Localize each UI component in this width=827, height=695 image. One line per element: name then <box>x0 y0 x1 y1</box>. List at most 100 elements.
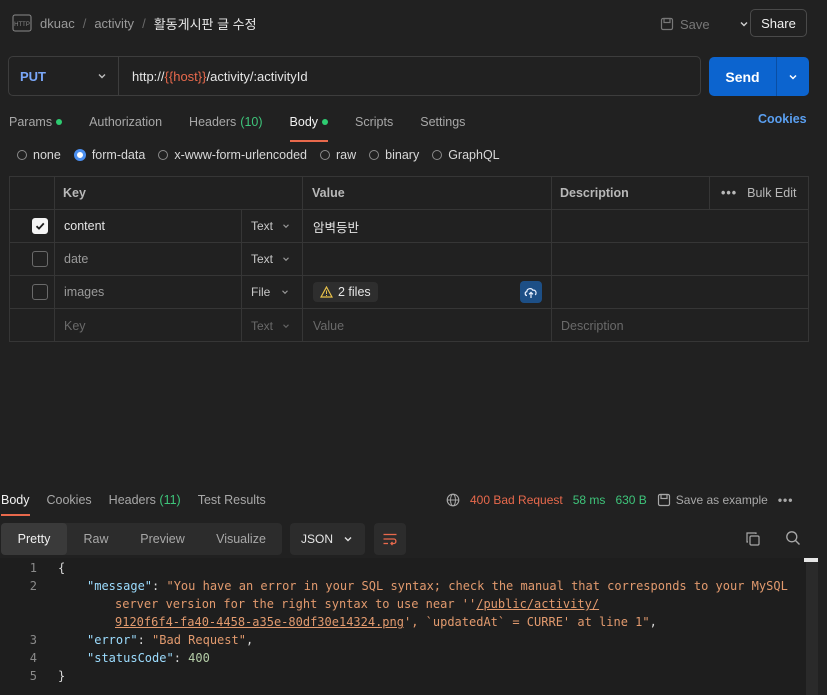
description-cell[interactable] <box>561 210 808 242</box>
value-cell[interactable]: 암벽등반 <box>313 210 359 242</box>
status-code[interactable]: 400 Bad Request <box>470 493 563 507</box>
view-visualize[interactable]: Visualize <box>200 523 282 555</box>
radio-button[interactable] <box>432 150 443 160</box>
headers-count: (10) <box>240 115 263 129</box>
body-type-selector: none form-data x-www-form-urlencoded raw… <box>17 148 500 162</box>
view-preview[interactable]: Preview <box>125 523 200 555</box>
send-button[interactable]: Send <box>709 57 777 96</box>
table-row: images File 2 files <box>10 276 808 309</box>
url-input[interactable]: http://{{host}}/activity/:activityId <box>119 69 308 84</box>
row-checkbox[interactable] <box>32 243 48 275</box>
code-line: "error": "Bad Request", <box>87 633 254 647</box>
key-cell[interactable]: date <box>64 243 88 275</box>
response-body-code[interactable]: 1 2 3 4 5 { "message": "You have an erro… <box>0 558 818 695</box>
chevron-down-icon <box>283 257 289 262</box>
request-url-bar: PUT http://{{host}}/activity/:activityId <box>8 56 701 96</box>
key-cell[interactable]: images <box>64 276 104 308</box>
radio-none[interactable]: none <box>17 148 61 162</box>
radio-button[interactable] <box>158 150 169 160</box>
value-cell[interactable] <box>313 243 561 275</box>
tab-response-body[interactable]: Body <box>1 493 30 516</box>
breadcrumb-separator: / <box>82 15 87 31</box>
scrollbar-thumb[interactable] <box>804 558 818 562</box>
status-dot <box>322 119 329 125</box>
radio-x-www-form-urlencoded[interactable]: x-www-form-urlencoded <box>158 148 307 162</box>
breadcrumb-separator: / <box>142 15 146 31</box>
breadcrumb-collection[interactable]: activity <box>94 16 134 31</box>
upload-cloud-button[interactable] <box>520 276 542 308</box>
radio-button[interactable] <box>369 150 380 160</box>
files-chip[interactable]: 2 files <box>313 282 378 302</box>
radio-button[interactable] <box>17 150 27 160</box>
type-select[interactable]: Text <box>251 243 291 275</box>
row-checkbox[interactable] <box>32 210 48 242</box>
line-number: 2 <box>29 579 37 593</box>
value-cell[interactable]: 2 files <box>313 276 378 308</box>
tab-body[interactable]: Body <box>289 108 329 142</box>
request-name[interactable]: 활동게시판 글 수정 <box>154 14 257 33</box>
tab-headers[interactable]: Headers (10) <box>189 108 262 136</box>
format-select[interactable]: JSON <box>290 523 365 555</box>
checkbox-checked[interactable] <box>32 218 48 234</box>
response-meta: 400 Bad Request 58 ms 630 B Save as exam… <box>446 490 793 510</box>
cookies-link[interactable]: Cookies <box>758 112 807 126</box>
save-as-example-button[interactable]: Save as example <box>657 493 768 507</box>
svg-text:HTTP: HTTP <box>14 22 30 28</box>
bulk-edit-button[interactable]: ••• Bulk Edit <box>721 177 796 209</box>
send-button-group: Send <box>709 57 809 96</box>
radio-button[interactable] <box>320 150 330 160</box>
response-time[interactable]: 58 ms <box>573 493 606 507</box>
more-icon[interactable]: ••• <box>721 186 737 200</box>
type-select[interactable]: File <box>251 276 290 308</box>
save-icon <box>657 493 670 507</box>
key-placeholder[interactable]: Key <box>64 309 86 342</box>
cloud-upload-icon[interactable] <box>520 281 542 303</box>
status-dot <box>56 119 63 125</box>
checkbox[interactable] <box>32 251 48 267</box>
breadcrumb-workspace[interactable]: dkuac <box>40 16 75 31</box>
tab-scripts[interactable]: Scripts <box>355 108 393 136</box>
radio-raw[interactable]: raw <box>320 148 356 162</box>
response-size[interactable]: 630 B <box>615 493 646 507</box>
scrollbar[interactable] <box>806 558 818 695</box>
view-pretty[interactable]: Pretty <box>1 523 67 555</box>
table-row: content Text 암벽등반 <box>10 210 808 243</box>
request-tabs: Params Authorization Headers (10) Body Sc… <box>9 108 465 142</box>
copy-icon[interactable] <box>745 531 761 547</box>
column-header-key: Key <box>63 186 86 200</box>
column-divider <box>709 177 710 209</box>
chevron-down-icon[interactable] <box>738 18 750 30</box>
tab-response-cookies[interactable]: Cookies <box>47 493 92 507</box>
view-raw[interactable]: Raw <box>67 523 125 555</box>
tab-settings[interactable]: Settings <box>420 108 465 136</box>
more-icon[interactable]: ••• <box>778 493 794 507</box>
radio-button-selected[interactable] <box>73 149 86 161</box>
value-placeholder[interactable]: Value <box>313 309 344 342</box>
code-line: 9120f6f4-fa40-4458-a35e-80df30e14324.png… <box>115 615 657 629</box>
line-number: 3 <box>29 633 37 647</box>
chevron-down-icon <box>344 537 352 542</box>
method-select[interactable]: PUT <box>9 57 119 95</box>
key-cell[interactable]: content <box>64 210 105 242</box>
row-checkbox[interactable] <box>32 276 48 308</box>
tab-params[interactable]: Params <box>9 108 63 136</box>
description-cell[interactable] <box>561 276 808 308</box>
share-button[interactable]: Share <box>750 9 807 37</box>
type-select[interactable]: Text <box>251 210 291 242</box>
globe-icon[interactable] <box>446 493 460 507</box>
tab-test-results[interactable]: Test Results <box>198 493 266 507</box>
radio-graphql[interactable]: GraphQL <box>432 148 500 162</box>
description-placeholder[interactable]: Description <box>561 309 624 342</box>
search-icon[interactable] <box>785 530 801 546</box>
wrap-lines-button[interactable] <box>374 523 406 555</box>
save-button[interactable]: Save <box>660 13 750 35</box>
checkbox[interactable] <box>32 284 48 300</box>
send-options-button[interactable] <box>777 57 809 96</box>
radio-binary[interactable]: binary <box>369 148 419 162</box>
type-select[interactable]: Text <box>251 309 291 342</box>
tab-response-headers[interactable]: Headers (11) <box>109 493 181 507</box>
description-cell[interactable] <box>561 243 808 275</box>
url-path: /activity/:activityId <box>206 68 308 84</box>
radio-form-data[interactable]: form-data <box>73 148 145 162</box>
tab-authorization[interactable]: Authorization <box>89 108 162 136</box>
